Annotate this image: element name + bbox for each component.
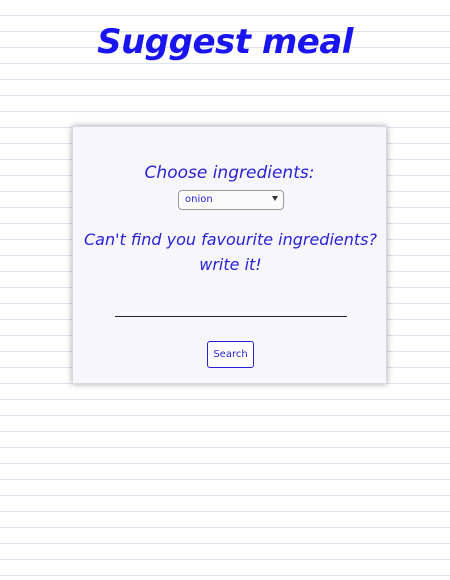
suggest-meal-card: Choose ingredients: onion Can't find you…: [72, 126, 387, 384]
prompt-line-2: write it!: [199, 255, 262, 274]
search-button[interactable]: Search: [207, 341, 254, 368]
prompt-line-1: Can't find you favourite ingredients?: [84, 230, 377, 249]
ingredients-select[interactable]: onion: [178, 190, 284, 210]
custom-ingredient-input[interactable]: [115, 297, 347, 317]
page-title: Suggest meal: [97, 22, 353, 62]
ingredients-label: Choose ingredients:: [144, 163, 315, 183]
chevron-down-icon: [272, 196, 278, 201]
custom-ingredient-prompt: Can't find you favourite ingredients? wr…: [83, 227, 378, 277]
ingredients-select-value: onion: [185, 194, 213, 205]
